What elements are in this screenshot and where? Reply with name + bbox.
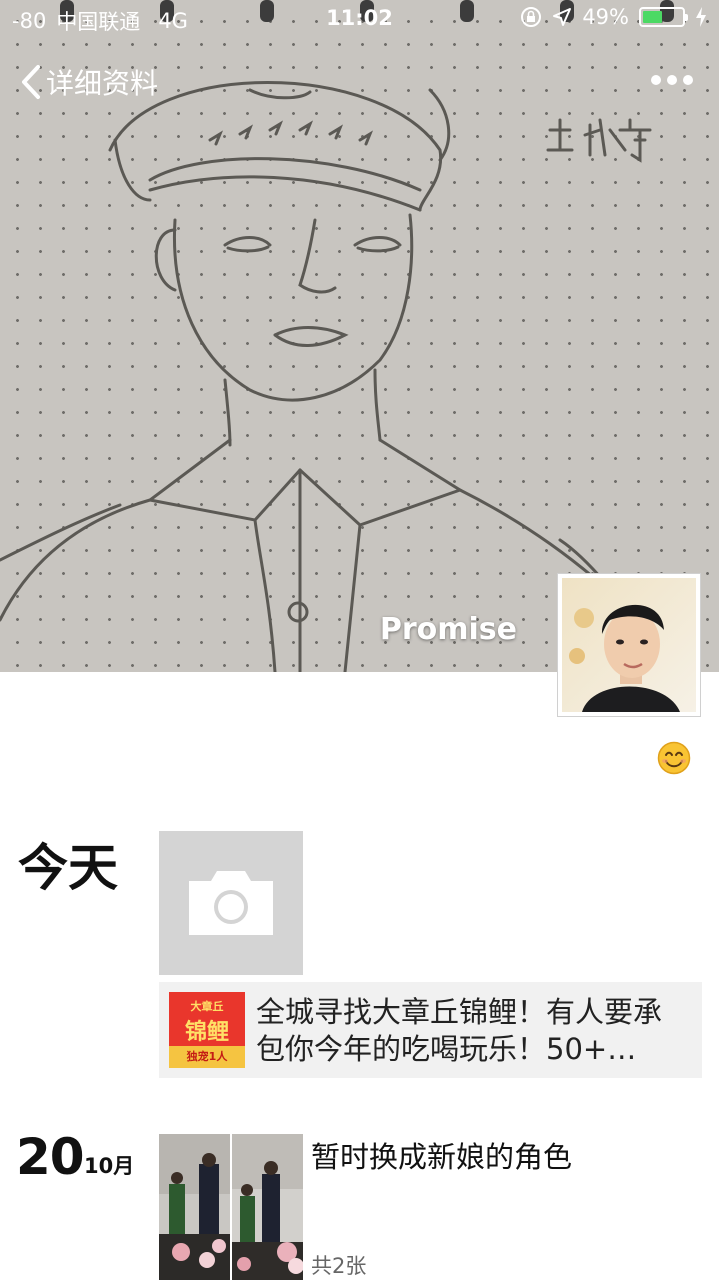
back-label: 详细资料 — [46, 67, 159, 100]
moment-text: 暂时换成新娘的角色 — [311, 1140, 573, 1174]
location-icon — [553, 8, 572, 26]
wedding-photo-1 — [159, 1134, 230, 1280]
moment-photo-1[interactable] — [159, 1134, 230, 1280]
nav-bar: 详细资料 — [0, 56, 719, 106]
status-bar: -80 中国联通 4G 11:02 49% — [0, 0, 719, 40]
battery-icon — [639, 7, 688, 27]
moment-date-today: 今天 — [18, 839, 118, 897]
charging-icon — [696, 7, 706, 27]
camera-icon — [189, 871, 273, 935]
more-dots-icon[interactable] — [651, 66, 695, 94]
thumb-main-text: 锦鲤 — [184, 1020, 229, 1045]
orientation-lock-icon — [521, 7, 542, 27]
chevron-left-icon — [22, 65, 40, 99]
thumb-top-text: 大章丘 — [190, 1000, 224, 1013]
thumb-bottom-text: 独宠1人 — [169, 1046, 245, 1068]
moment-date-day: 20 — [16, 1128, 85, 1186]
wedding-photo-2 — [232, 1134, 303, 1280]
shared-link-card[interactable]: 大章丘 锦鲤 独宠1人 全城寻找大章丘锦鲤！有人要承包你今年的吃喝玩乐！50+… — [159, 982, 702, 1078]
link-title: 全城寻找大章丘锦鲤！有人要承包你今年的吃喝玩乐！50+… — [256, 995, 663, 1066]
moment-photo-2[interactable] — [232, 1134, 303, 1280]
smile-emoji-icon — [657, 741, 691, 775]
signature-emoji[interactable] — [657, 741, 691, 775]
back-button[interactable]: 详细资料 — [18, 62, 158, 102]
battery-percent: 49% — [582, 5, 629, 29]
avatar-photo — [562, 578, 696, 712]
avatar[interactable] — [557, 573, 701, 717]
photo-count: 共2张 — [311, 1254, 367, 1278]
link-thumbnail: 大章丘 锦鲤 独宠1人 — [169, 992, 245, 1068]
moment-date-month: 10月 — [84, 1154, 135, 1178]
profile-name: Promise — [379, 612, 517, 647]
post-photo-button[interactable] — [159, 831, 303, 975]
